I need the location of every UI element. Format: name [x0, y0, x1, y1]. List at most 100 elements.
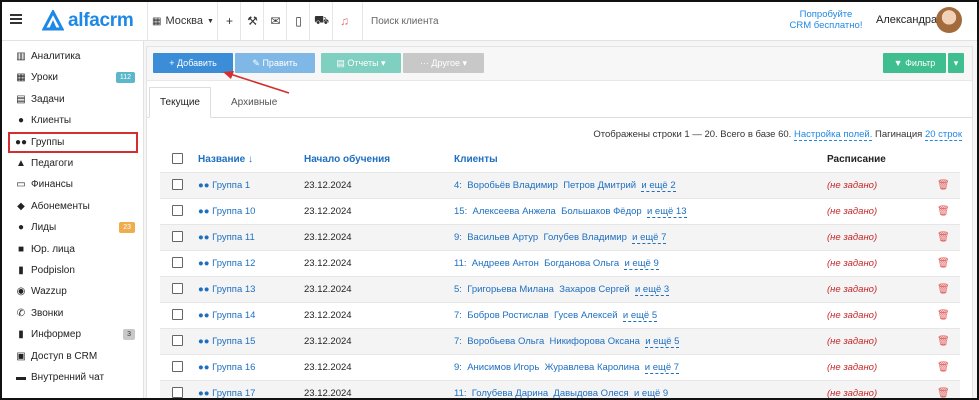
tab-archive[interactable]: Архивные [221, 87, 287, 117]
client-link[interactable]: Захаров Сергей [559, 284, 629, 295]
row-checkbox[interactable] [172, 256, 183, 268]
client-link[interactable]: Никифорова Оксана [550, 336, 640, 347]
trash-icon[interactable]: 🗑︎ [937, 336, 950, 347]
menu-icon[interactable] [10, 14, 22, 24]
pagination-link[interactable]: 20 строк [924, 129, 962, 141]
sidebar-item[interactable]: ▮ Информер 3 [2, 324, 143, 345]
row-checkbox[interactable] [172, 360, 183, 372]
table-row[interactable]: ●● Группа 1 23.12.2024 4: Воробьёв Владими… [160, 172, 960, 199]
trash-icon[interactable]: 🗑︎ [937, 362, 950, 373]
more-clients-link[interactable]: и ещё 2 [641, 180, 676, 192]
table-row[interactable]: ●● Группа 14 23.12.2024 7: Бобров Ростисла… [160, 302, 960, 329]
sidebar-item[interactable]: ●● Группы [8, 131, 138, 153]
sidebar-item[interactable]: ▤ Задачи [2, 89, 143, 110]
mail-icon[interactable]: ✉ [263, 2, 287, 40]
sidebar-item[interactable]: ▭ Финансы [2, 174, 143, 195]
filter-button[interactable]: ▼ Фильтр [883, 53, 946, 73]
promo-link[interactable]: Попробуйте CRM бесплатно! [786, 9, 866, 31]
user-name[interactable]: Александра [876, 14, 937, 26]
add-icon[interactable]: + [217, 2, 241, 40]
client-link[interactable]: Журавлева Каролина [545, 362, 640, 373]
select-all-checkbox[interactable] [172, 152, 183, 164]
row-checkbox[interactable] [172, 386, 183, 398]
client-link[interactable]: Васильев Артур [467, 232, 538, 243]
sidebar-item[interactable]: ▬ Внутренний чат [2, 367, 143, 388]
more-clients-link[interactable]: и ещё 5 [622, 310, 658, 322]
branch-select[interactable]: ▦ Москва ▼ [147, 2, 218, 40]
row-checkbox[interactable] [172, 230, 183, 242]
more-clients-link[interactable]: и ещё 9 [624, 258, 659, 270]
filter-dropdown-button[interactable]: ▾ [948, 53, 964, 73]
trash-icon[interactable]: 🗑︎ [937, 180, 950, 191]
more-clients-link[interactable]: и ещё 5 [645, 336, 680, 348]
trash-icon[interactable]: 🗑︎ [937, 258, 950, 269]
group-link[interactable]: ●● Группа 17 [198, 388, 255, 398]
more-clients-link[interactable]: и ещё 7 [632, 232, 667, 244]
col-clients-header[interactable]: Клиенты [454, 147, 827, 173]
avatar[interactable] [936, 7, 962, 33]
logo[interactable]: alfacrm [42, 10, 134, 32]
client-link[interactable]: Большаков Фёдор [561, 206, 642, 217]
sidebar-item[interactable]: ▣ Доступ в CRM [2, 346, 143, 367]
mobile-icon[interactable]: ▯ [286, 2, 310, 40]
group-link[interactable]: ●● Группа 10 [198, 206, 255, 217]
client-link[interactable]: Алексеева Анжела [473, 206, 556, 217]
sidebar-item[interactable]: ▮ Podpislon [2, 260, 143, 281]
group-link[interactable]: ●● Группа 15 [198, 336, 255, 347]
bell-icon[interactable]: ♫ [332, 2, 356, 40]
group-link[interactable]: ●● Группа 14 [198, 310, 255, 321]
client-search[interactable]: Поиск клиента [362, 2, 621, 40]
trash-icon[interactable]: 🗑︎ [937, 232, 950, 243]
table-row[interactable]: ●● Группа 16 23.12.2024 9: Анисимов Игорь … [160, 354, 960, 381]
sidebar-item[interactable]: ● Клиенты [2, 110, 143, 131]
table-row[interactable]: ●● Группа 17 23.12.2024 11: Голубева Дарин… [160, 380, 960, 398]
more-clients-link[interactable]: и ещё 7 [644, 362, 680, 374]
other-button[interactable]: ··· Другое ▾ [403, 53, 484, 73]
row-checkbox[interactable] [172, 334, 183, 346]
field-settings-link[interactable]: Настройка полей. [793, 129, 873, 141]
client-link[interactable]: Богданова Ольга [544, 258, 619, 269]
table-row[interactable]: ●● Группа 13 23.12.2024 5: Григорьева Мила… [160, 276, 960, 303]
more-clients-link[interactable]: и ещё 3 [634, 284, 670, 296]
trash-icon[interactable]: 🗑︎ [937, 310, 950, 321]
group-link[interactable]: ●● Группа 11 [198, 232, 255, 243]
sidebar-item[interactable]: ✆ Звонки [2, 303, 143, 324]
sidebar-item[interactable]: ▦ Уроки 112 [2, 67, 143, 88]
sidebar-item[interactable]: ■ Юр. лица [2, 239, 143, 260]
table-row[interactable]: ●● Группа 10 23.12.2024 15: Алексеева Анже… [160, 198, 960, 225]
trash-icon[interactable]: 🗑︎ [937, 206, 950, 217]
client-link[interactable]: Воробьева Ольга [467, 336, 544, 347]
client-link[interactable]: Андреев Антон [472, 258, 539, 269]
more-clients-link[interactable]: и ещё 13 [646, 206, 687, 218]
sidebar-item[interactable]: ◉ Wazzup [2, 281, 143, 302]
sidebar-item[interactable]: ▲ Педагоги [2, 153, 143, 174]
table-row[interactable]: ●● Группа 15 23.12.2024 7: Воробьева Ольга… [160, 328, 960, 355]
edit-button[interactable]: ✎ Править [235, 53, 315, 73]
client-link[interactable]: Воробьёв Владимир [467, 180, 558, 191]
client-link[interactable]: Гусев Алексей [554, 310, 618, 321]
sidebar-item[interactable]: ▥ Аналитика [2, 46, 143, 67]
table-row[interactable]: ●● Группа 12 23.12.2024 11: Андреев Антон … [160, 250, 960, 277]
add-button[interactable]: + Добавить [153, 53, 233, 73]
client-link[interactable]: Петров Дмитрий [563, 180, 636, 191]
row-checkbox[interactable] [172, 282, 183, 294]
group-link[interactable]: ●● Группа 16 [198, 362, 255, 373]
row-checkbox[interactable] [172, 308, 183, 320]
trash-icon[interactable]: 🗑︎ [937, 388, 950, 398]
sidebar-item[interactable]: ◆ Абонементы [2, 196, 143, 217]
group-link[interactable]: ●● Группа 13 [198, 284, 255, 295]
col-name-header[interactable]: Название ↓ [198, 147, 304, 173]
reports-button[interactable]: ▤ Отчеты ▾ [321, 53, 401, 73]
row-checkbox[interactable] [172, 204, 183, 216]
client-link[interactable]: Бобров Ростислав [467, 310, 548, 321]
more-clients-link[interactable]: и ещё 9 [633, 388, 669, 398]
wrench-icon[interactable]: ⚒ [240, 2, 264, 40]
client-link[interactable]: Голубев Владимир [543, 232, 626, 243]
client-link[interactable]: Давыдова Олеся [553, 388, 628, 398]
client-link[interactable]: Голубева Дарина [472, 388, 548, 398]
group-link[interactable]: ●● Группа 12 [198, 258, 255, 269]
cart-icon[interactable]: ⛟ [309, 2, 333, 40]
client-link[interactable]: Григорьева Милана [467, 284, 554, 295]
table-row[interactable]: ●● Группа 11 23.12.2024 9: Васильев Артур … [160, 224, 960, 251]
trash-icon[interactable]: 🗑︎ [937, 284, 950, 295]
